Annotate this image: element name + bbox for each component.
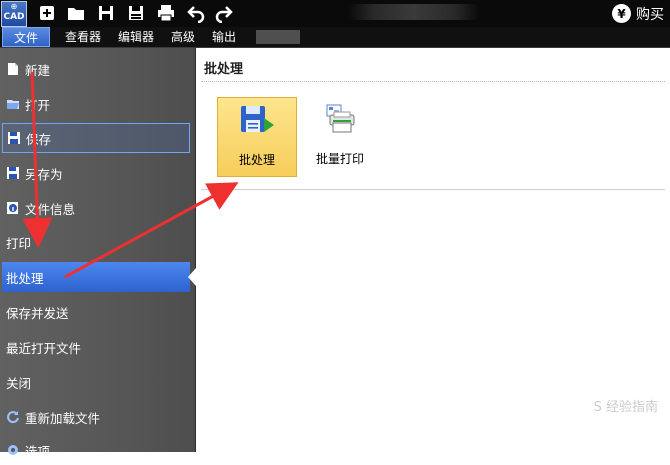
sidebar-item-label: 选项 (25, 443, 51, 459)
batch-content-pane: 批处理 批处理 批量打印 S 经验指南 (196, 48, 670, 452)
info-icon (7, 202, 18, 214)
redo-icon[interactable] (214, 3, 234, 23)
sidebar-item-reload[interactable]: 重新加载文件 (2, 402, 190, 432)
sidebar-item-label: 保存 (26, 131, 52, 147)
batch-save-icon (241, 106, 274, 132)
tiles-divider (201, 189, 665, 190)
sidebar-item-close[interactable]: 关闭 (2, 367, 190, 397)
sidebar-item-save[interactable]: 保存 (2, 123, 190, 153)
menu-viewer[interactable]: 查看器 (65, 27, 101, 47)
sidebar-item-options[interactable]: 选项 (2, 435, 190, 465)
sidebar-item-print[interactable]: 打印 (2, 227, 190, 257)
floppy-icon (8, 132, 20, 144)
sidebar-item-label: 新建 (25, 62, 51, 78)
app-logo[interactable]: ⊕ CAD (1, 1, 27, 27)
save-as-icon[interactable] (126, 3, 146, 23)
sidebar-item-label: 重新加载文件 (25, 410, 101, 426)
sidebar-item-label: 打印 (6, 235, 32, 251)
menu-advanced[interactable]: 高级 (171, 27, 195, 47)
sidebar-item-label: 关闭 (6, 375, 32, 391)
logo-mark: ⊕ (10, 2, 18, 11)
sidebar-item-save-send[interactable]: 保存并发送 (2, 297, 190, 327)
batch-process-button[interactable]: 批处理 (217, 97, 297, 177)
sidebar-item-label: 最近打开文件 (6, 340, 82, 356)
title-divider (201, 81, 665, 82)
sidebar-item-label: 文件信息 (25, 201, 76, 217)
save-as-icon (7, 167, 19, 179)
sidebar-item-save-as[interactable]: 另存为 (2, 158, 190, 188)
buy-label: 购买 (636, 6, 664, 23)
menu-bar: 文件 查看器 编辑器 高级 输出 (0, 27, 670, 48)
tile-label: 批处理 (238, 153, 275, 167)
batch-print-icon (326, 104, 355, 133)
buy-button[interactable]: ¥ 购买 (612, 3, 664, 24)
folder-open-icon (7, 100, 19, 109)
print-icon[interactable] (156, 3, 176, 23)
file-menu-panel: 新建 打开 保存 另存为 文件信息 打印 批处理 保存并发送 最近打开文件 关闭… (0, 48, 196, 459)
undo-icon[interactable] (186, 3, 206, 23)
new-icon[interactable] (37, 3, 57, 23)
active-indicator (188, 268, 196, 286)
menu-editor[interactable]: 编辑器 (118, 27, 154, 47)
save-icon[interactable] (96, 3, 116, 23)
sidebar-item-recent[interactable]: 最近打开文件 (2, 332, 190, 362)
sidebar-item-new[interactable]: 新建 (2, 54, 190, 84)
open-icon[interactable] (66, 3, 86, 23)
sidebar-item-label: 批处理 (6, 270, 44, 286)
sidebar-item-file-info[interactable]: 文件信息 (2, 193, 190, 223)
sidebar-item-label: 保存并发送 (6, 305, 69, 321)
watermark: S 经验指南 (593, 400, 658, 415)
blurred-title (348, 4, 480, 20)
title-bar: ⊕ CAD ¥ 购买 (0, 0, 670, 27)
menu-output[interactable]: 输出 (212, 27, 236, 47)
blurred-menu-item (256, 30, 300, 44)
sidebar-item-open[interactable]: 打开 (2, 89, 190, 119)
sidebar-item-label: 打开 (25, 97, 51, 113)
section-title: 批处理 (204, 62, 244, 77)
logo-text: CAD (3, 12, 25, 22)
new-doc-icon (8, 63, 18, 75)
batch-print-button[interactable]: 批量打印 (300, 97, 380, 177)
menu-file[interactable]: 文件 (2, 27, 50, 47)
reload-icon (7, 411, 19, 424)
options-icon (8, 445, 18, 455)
sidebar-item-batch[interactable]: 批处理 (2, 262, 196, 292)
yen-icon: ¥ (612, 4, 631, 23)
tile-label: 批量打印 (315, 152, 364, 166)
sidebar-item-label: 另存为 (25, 166, 63, 182)
